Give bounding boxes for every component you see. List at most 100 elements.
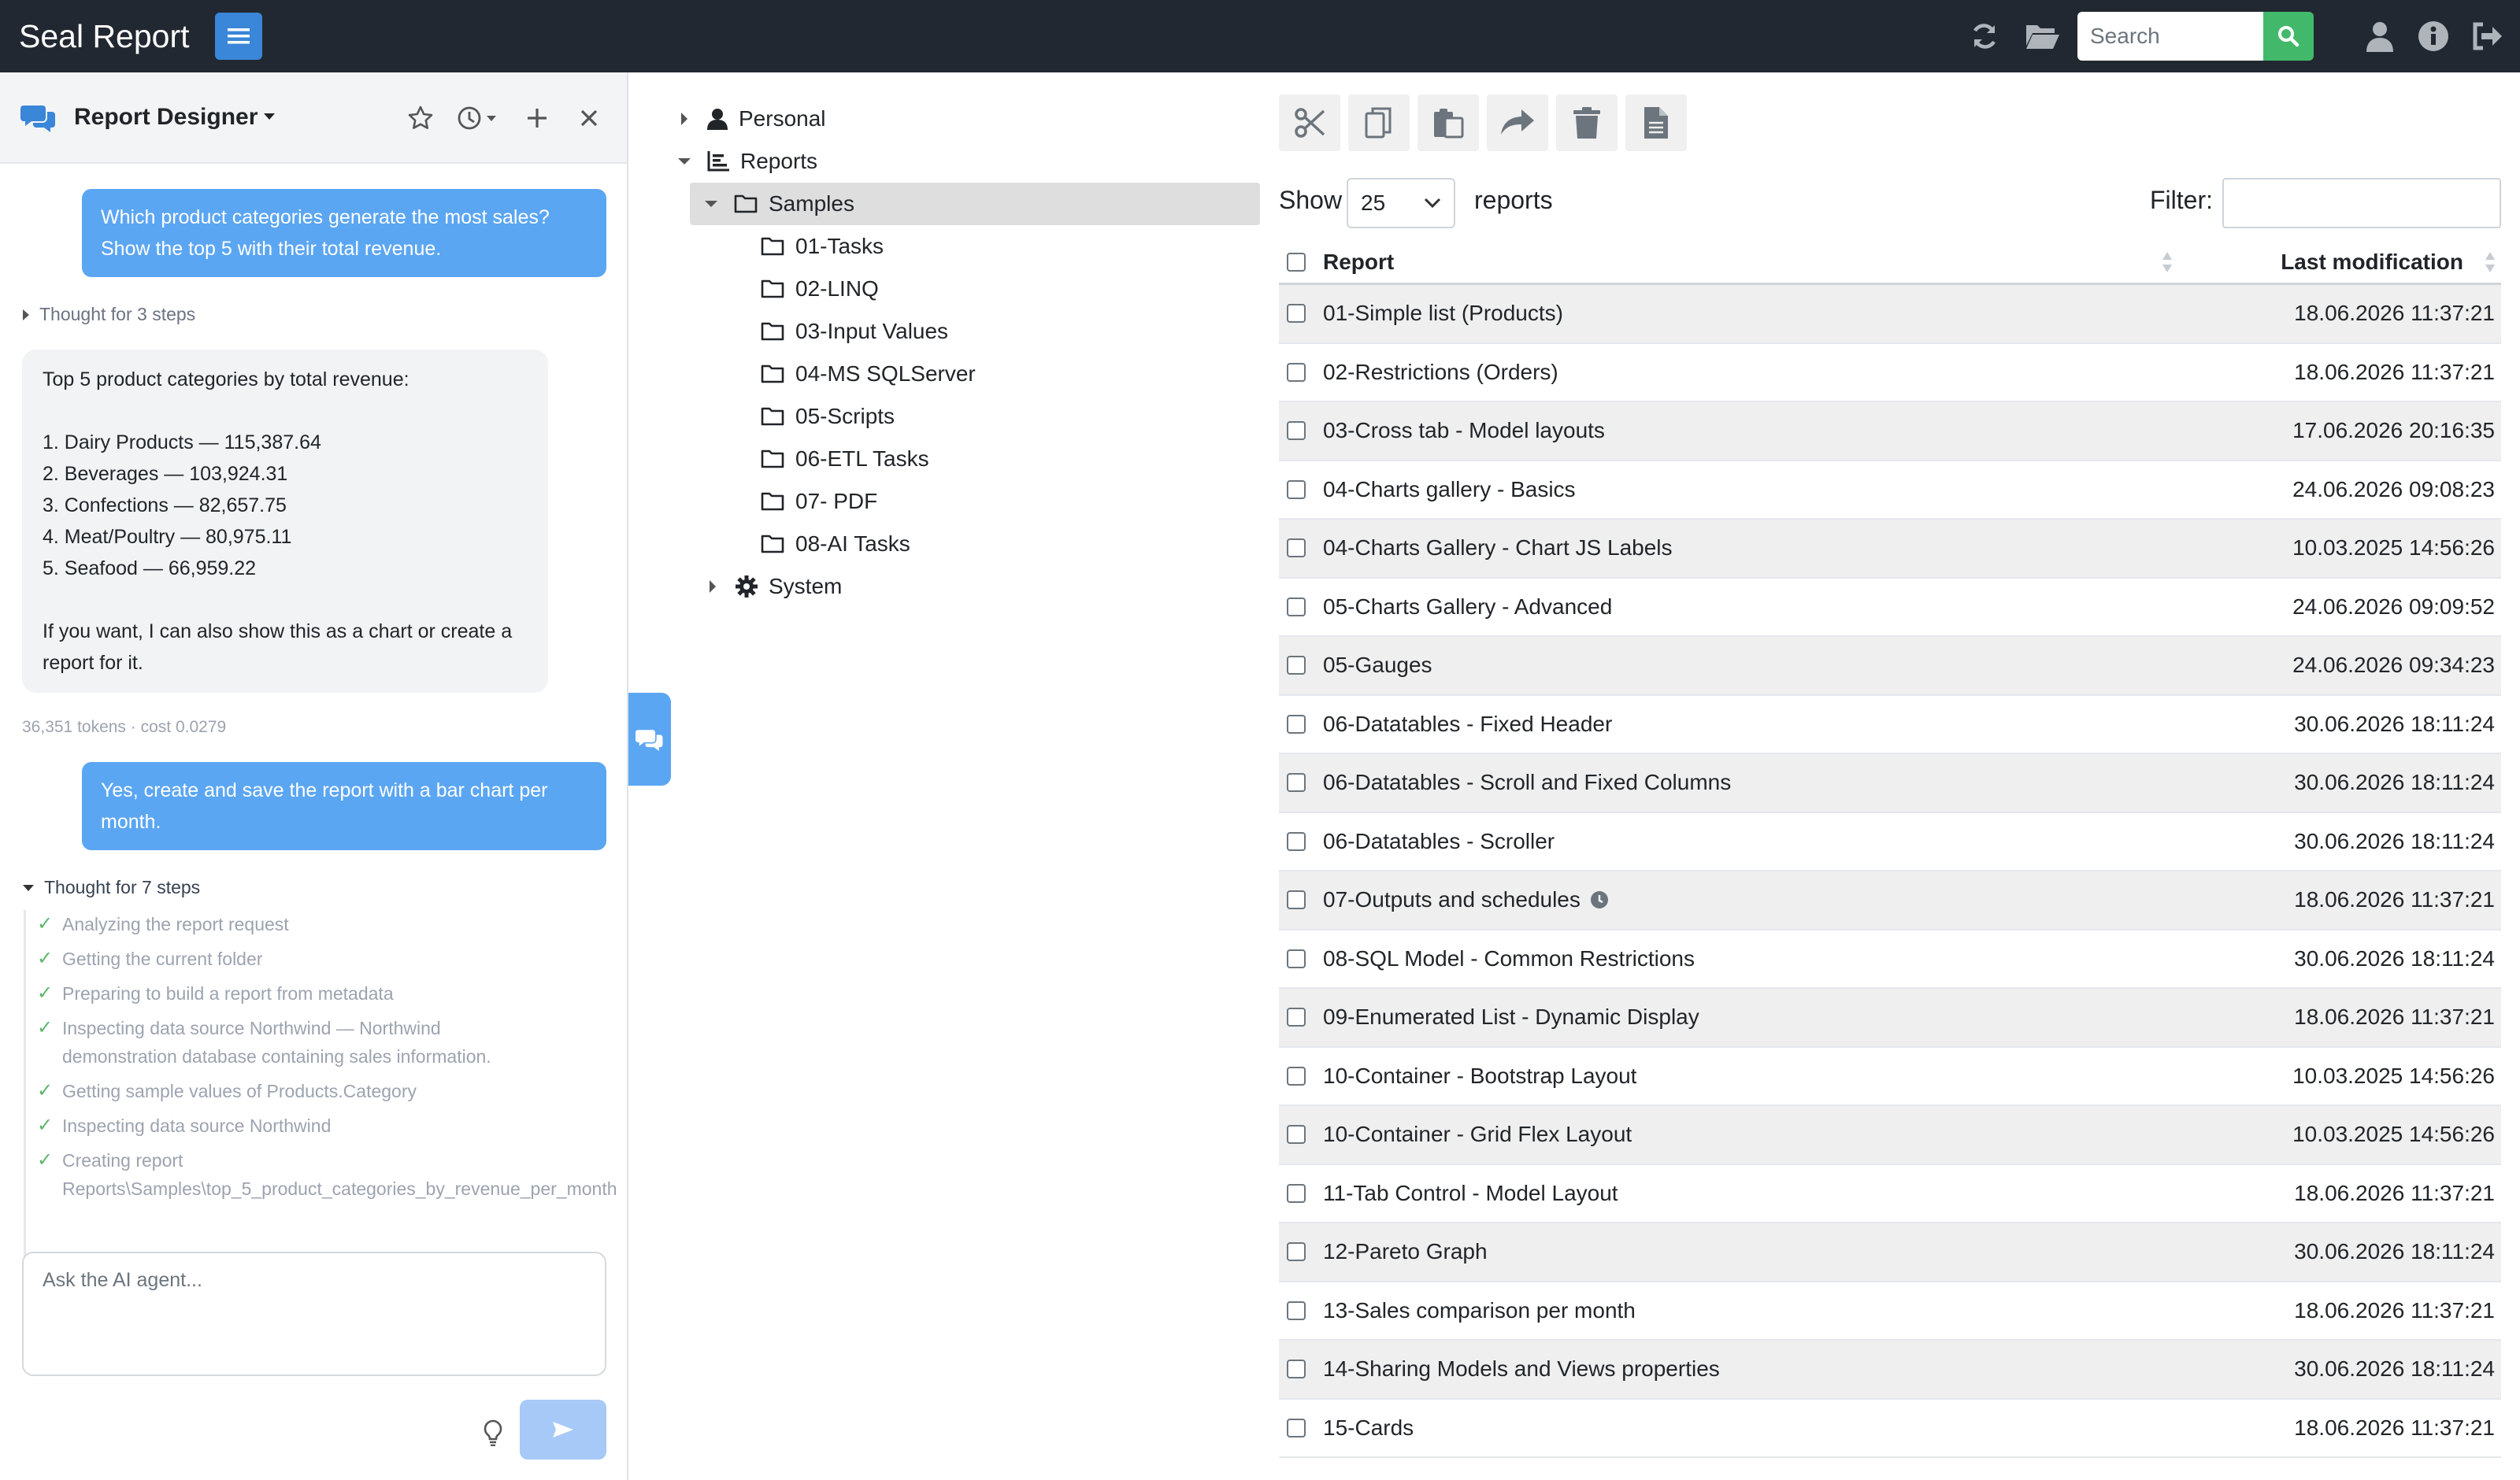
tree-item-reports[interactable]: Reports: [674, 140, 817, 183]
row-checkbox[interactable]: [1287, 597, 1306, 616]
report-link[interactable]: 12-Pareto Graph: [1323, 1239, 1488, 1264]
select-all-checkbox[interactable]: [1287, 252, 1306, 272]
send-button[interactable]: [520, 1400, 606, 1460]
report-link[interactable]: 01-Simple list (Products): [1323, 301, 1563, 326]
row-checkbox[interactable]: [1287, 1242, 1306, 1262]
tree-item-folder[interactable]: 08-AI Tasks: [745, 523, 910, 565]
report-link[interactable]: 06-Datatables - Scroller: [1323, 829, 1555, 854]
row-checkbox[interactable]: [1287, 1183, 1306, 1203]
page-size-select[interactable]: 25: [1347, 178, 1455, 228]
delete-button[interactable]: [1556, 94, 1618, 151]
row-checkbox[interactable]: [1287, 949, 1306, 968]
report-link[interactable]: 07-Outputs and schedules: [1323, 887, 1609, 912]
app-brand[interactable]: Seal Report: [19, 18, 190, 55]
ai-prompt-input[interactable]: [22, 1252, 606, 1376]
tree-item-folder[interactable]: 06-ETL Tasks: [745, 438, 929, 480]
table-row[interactable]: 09-Enumerated List - Dynamic Display 18.0…: [1279, 989, 2501, 1048]
history-icon[interactable]: [455, 101, 502, 135]
row-checkbox[interactable]: [1287, 714, 1306, 734]
close-icon[interactable]: [572, 101, 606, 135]
caret-right-icon[interactable]: [702, 579, 723, 594]
table-row[interactable]: 04-Charts gallery - Basics 24.06.2026 09:…: [1279, 461, 2501, 520]
table-row[interactable]: 05-Gauges 24.06.2026 09:34:23: [1279, 637, 2501, 696]
report-link[interactable]: 08-SQL Model - Common Restrictions: [1323, 946, 1695, 971]
report-link[interactable]: 06-Datatables - Fixed Header: [1323, 712, 1612, 737]
row-checkbox[interactable]: [1287, 362, 1306, 382]
menu-toggle-button[interactable]: [214, 13, 262, 60]
column-report[interactable]: Report: [1323, 250, 1394, 275]
row-checkbox[interactable]: [1287, 421, 1306, 441]
column-last-modification[interactable]: Last modification: [2281, 250, 2463, 275]
panel-title[interactable]: Report Designer: [74, 104, 258, 131]
row-checkbox[interactable]: [1287, 1125, 1306, 1145]
tree-item-personal[interactable]: Personal: [674, 98, 826, 140]
report-link[interactable]: 13-Sales comparison per month: [1323, 1298, 1636, 1323]
search-button[interactable]: [2263, 12, 2314, 61]
report-link[interactable]: 10-Container - Bootstrap Layout: [1323, 1064, 1636, 1089]
row-checkbox[interactable]: [1287, 831, 1306, 851]
star-icon[interactable]: [403, 101, 438, 135]
table-row[interactable]: 03-Cross tab - Model layouts 17.06.2026 2…: [1279, 402, 2501, 461]
report-link[interactable]: 05-Charts Gallery - Advanced: [1323, 594, 1612, 620]
plus-icon[interactable]: [520, 101, 554, 135]
report-link[interactable]: 11-Tab Control - Model Layout: [1323, 1181, 1618, 1206]
row-checkbox[interactable]: [1287, 538, 1306, 558]
report-link[interactable]: 04-Charts gallery - Basics: [1323, 477, 1576, 502]
tree-item-folder[interactable]: 03-Input Values: [745, 310, 948, 353]
info-icon[interactable]: [2411, 14, 2455, 58]
filter-input[interactable]: [2222, 178, 2501, 228]
paste-button[interactable]: [1418, 94, 1479, 151]
tree-item-folder[interactable]: 07- PDF: [745, 480, 877, 523]
lightbulb-icon[interactable]: [479, 1417, 507, 1449]
table-row[interactable]: 12-Pareto Graph 30.06.2026 18:11:24: [1279, 1223, 2501, 1282]
caret-down-icon[interactable]: [674, 157, 695, 165]
thought-toggle[interactable]: Thought for 7 steps: [22, 877, 200, 898]
tree-item-system[interactable]: System: [702, 565, 842, 608]
caret-right-icon[interactable]: [674, 112, 695, 126]
row-checkbox[interactable]: [1287, 1418, 1306, 1437]
table-row[interactable]: 06-Datatables - Scroller 30.06.2026 18:11…: [1279, 813, 2501, 871]
folder-open-icon[interactable]: [2021, 14, 2065, 58]
table-row[interactable]: 11-Tab Control - Model Layout 18.06.2026 …: [1279, 1165, 2501, 1223]
report-link[interactable]: 06-Datatables - Scroll and Fixed Columns: [1323, 770, 1731, 795]
chat-panel-toggle[interactable]: [628, 693, 671, 786]
table-row[interactable]: 08-SQL Model - Common Restrictions 30.06.…: [1279, 931, 2501, 989]
row-checkbox[interactable]: [1287, 1360, 1306, 1379]
table-row[interactable]: 14-Sharing Models and Views properties 30…: [1279, 1341, 2501, 1400]
report-link[interactable]: 10-Container - Grid Flex Layout: [1323, 1122, 1632, 1147]
move-button[interactable]: [1487, 94, 1548, 151]
table-row[interactable]: 15-Cards 18.06.2026 11:37:21: [1279, 1400, 2501, 1458]
report-link[interactable]: 14-Sharing Models and Views properties: [1323, 1356, 1720, 1382]
tree-item-samples[interactable]: Samples: [690, 183, 1260, 225]
report-link[interactable]: 04-Charts Gallery - Chart JS Labels: [1323, 535, 1673, 561]
table-row[interactable]: 02-Restrictions (Orders) 18.06.2026 11:37…: [1279, 344, 2501, 402]
search-input[interactable]: [2077, 12, 2263, 61]
copy-button[interactable]: [1348, 94, 1410, 151]
report-link[interactable]: 09-Enumerated List - Dynamic Display: [1323, 1005, 1699, 1030]
table-row[interactable]: 06-Datatables - Fixed Header 30.06.2026 1…: [1279, 696, 2501, 754]
report-link[interactable]: 15-Cards: [1323, 1415, 1414, 1441]
table-row[interactable]: 06-Datatables - Scroll and Fixed Columns…: [1279, 754, 2501, 813]
logout-icon[interactable]: [2465, 14, 2509, 58]
sort-icon[interactable]: [2484, 250, 2496, 274]
table-row[interactable]: 05-Charts Gallery - Advanced 24.06.2026 0…: [1279, 579, 2501, 637]
row-checkbox[interactable]: [1287, 890, 1306, 910]
sort-icon[interactable]: [2161, 250, 2174, 274]
table-row[interactable]: 13-Sales comparison per month 18.06.2026 …: [1279, 1282, 2501, 1341]
tree-item-folder[interactable]: 04-MS SQLServer: [745, 353, 976, 395]
row-checkbox[interactable]: [1287, 479, 1306, 499]
new-report-button[interactable]: [1625, 94, 1687, 151]
chevron-down-icon[interactable]: [264, 113, 276, 121]
user-icon[interactable]: [2358, 14, 2402, 58]
thought-toggle[interactable]: Thought for 3 steps: [22, 304, 195, 325]
row-checkbox[interactable]: [1287, 1301, 1306, 1320]
refresh-icon[interactable]: [1962, 14, 2007, 58]
table-row[interactable]: 07-Outputs and schedules 18.06.2026 11:37…: [1279, 871, 2501, 931]
row-checkbox[interactable]: [1287, 656, 1306, 675]
row-checkbox[interactable]: [1287, 1066, 1306, 1086]
row-checkbox[interactable]: [1287, 304, 1306, 324]
report-link[interactable]: 02-Restrictions (Orders): [1323, 360, 1558, 385]
cut-button[interactable]: [1279, 94, 1340, 151]
report-link[interactable]: 03-Cross tab - Model layouts: [1323, 418, 1605, 443]
tree-item-folder[interactable]: 02-LINQ: [745, 268, 879, 310]
